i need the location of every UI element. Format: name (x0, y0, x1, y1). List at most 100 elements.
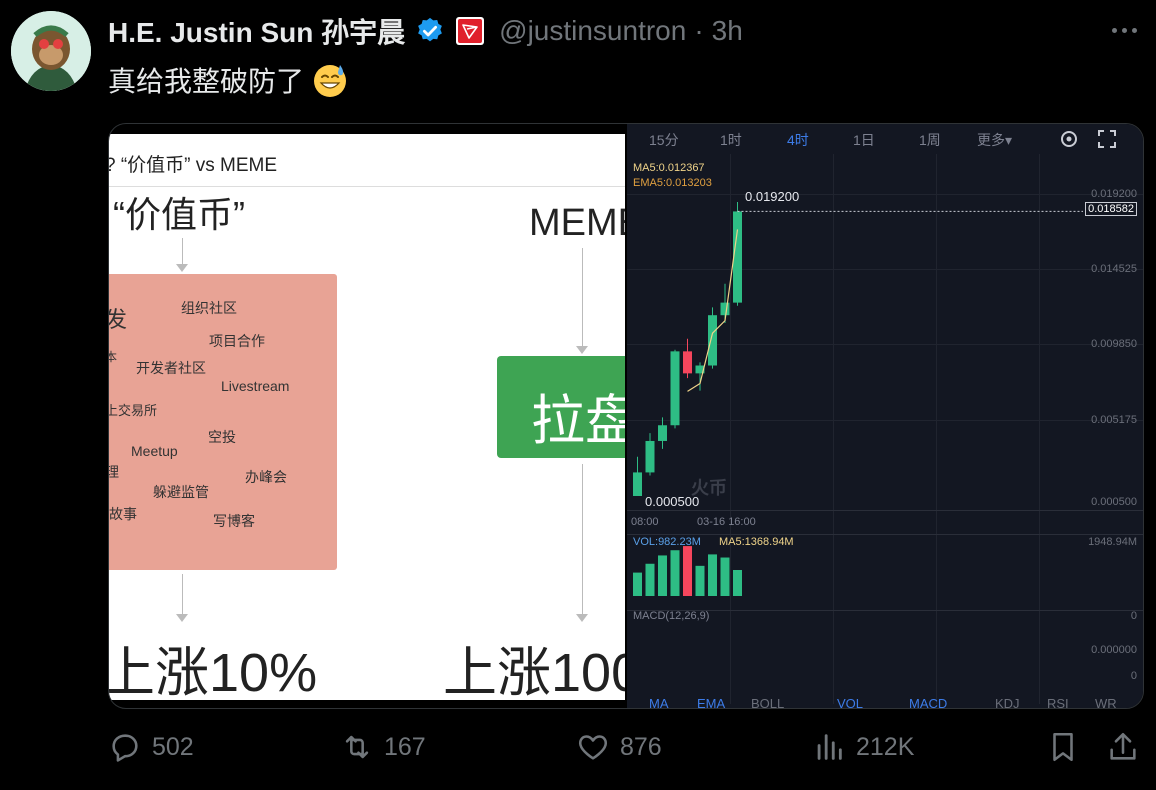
high-price-label: 0.019200 (745, 189, 800, 204)
retweet-button[interactable]: 167 (340, 730, 426, 764)
image-header: ? “价值币” vs MEME (109, 155, 278, 176)
keyword: Meetup (131, 443, 178, 459)
pane-divider (627, 510, 1143, 511)
value-vs-meme-image: ? “价值币” vs MEME “价值币” MEME 发 组织社区 项目合作 本… (109, 134, 625, 700)
keyword: 开发者社区 (136, 360, 206, 376)
keyword: 办峰会 (245, 469, 287, 485)
fullscreen-icon (1098, 130, 1116, 148)
ape-avatar-icon (11, 11, 91, 91)
candle-body (733, 211, 742, 303)
tab-15m: 15分 (649, 132, 679, 148)
candle-body (720, 302, 730, 316)
keyword: 组织社区 (181, 300, 237, 316)
macd-tick: 0 (1130, 610, 1137, 622)
author-avatar[interactable] (11, 11, 91, 91)
tweet-timestamp[interactable]: 3h (712, 15, 743, 47)
macd-tick: 0 (1130, 670, 1137, 682)
candle-body (708, 315, 717, 366)
volume-bar (670, 550, 680, 596)
like-button[interactable]: 876 (576, 730, 662, 764)
arrow-line (182, 574, 183, 618)
indicator-tab-wr: WR (1095, 696, 1117, 708)
keyword: Livestream (221, 378, 290, 394)
arrow-line (582, 464, 583, 618)
keyword: 发 (109, 302, 127, 334)
keyword: 项目合作 (209, 333, 265, 349)
grinning-sweat-emoji-icon (314, 65, 347, 97)
tron-affiliate-badge-icon[interactable] (455, 16, 485, 46)
tab-more: 更多▾ (977, 132, 1013, 148)
more-options-icon[interactable] (1108, 18, 1140, 42)
tab-4h: 4时 (787, 132, 809, 148)
keyword: 理 (109, 462, 119, 482)
reply-button[interactable]: 502 (108, 730, 194, 764)
indicator-tab-boll: BOLL (751, 696, 785, 708)
candle-body (658, 425, 667, 441)
author-name[interactable]: H.E. Justin Sun 孙宇晨 (108, 11, 405, 51)
candle-body (633, 472, 642, 496)
tweet-action-bar: 502 167 876 212K (108, 730, 1148, 776)
volume-plot (633, 546, 742, 596)
candlestick-chart-screenshot: 15分 1时 4时 1日 1周 更多▾ MA5:0.012367 EMA5:0.… (627, 124, 1143, 708)
candlestick-plot (633, 202, 1083, 496)
candle-body (645, 440, 655, 473)
reply-icon (112, 734, 138, 762)
timeframe-tabs: 15分 1时 4时 1日 1周 更多▾ (627, 124, 1143, 154)
share-button[interactable] (1106, 730, 1140, 764)
volume-bar (645, 563, 655, 596)
views-button[interactable]: 212K (812, 730, 914, 764)
x-axis-label: 08:00 (631, 516, 659, 528)
bookmark-button[interactable] (1046, 730, 1080, 764)
arrow-down-icon (576, 614, 588, 622)
tweet-media-image[interactable]: ? “价值币” vs MEME “价值币” MEME 发 组织社区 项目合作 本… (108, 123, 1144, 709)
candle-body (670, 351, 680, 426)
arrow-line (582, 248, 583, 350)
author-handle[interactable]: @justinsuntron (499, 15, 686, 47)
macd-label: MACD(12,26,9) (633, 610, 710, 622)
arrow-down-icon (576, 346, 588, 354)
volume-bar (683, 546, 692, 596)
keyword: 躲避监管 (153, 484, 209, 500)
share-icon (1110, 732, 1136, 760)
tweet-text: 真给我整破防了 (108, 60, 348, 100)
indicator-tab-ma: MA (649, 696, 669, 708)
pump-box: 拉盘 (497, 356, 625, 458)
indicator-tab-kdj: KDJ (995, 696, 1020, 708)
x-axis-label: 03-16 16:00 (697, 516, 756, 528)
keyword: 上交易所 (109, 403, 158, 418)
settings-icon (1061, 131, 1077, 147)
bookmark-icon (1053, 732, 1073, 762)
view-count: 212K (856, 732, 915, 761)
value-coin-activities-box: 发 组织社区 项目合作 本 开发者社区 Livestream 上交易所 空投 M… (109, 274, 337, 570)
tweet-body: 真给我整破防了 (108, 66, 305, 97)
verified-badge-icon[interactable] (415, 16, 445, 46)
pump-label: 拉盘 (531, 391, 625, 451)
tab-1d: 1日 (853, 132, 875, 148)
tab-1h: 1时 (720, 132, 742, 148)
volume-bar (720, 557, 730, 596)
arrow-down-icon (176, 264, 188, 272)
keyword: 空投 (208, 429, 236, 445)
retweet-icon (345, 735, 369, 759)
huobi-watermark: 火币 (691, 478, 727, 498)
volume-bar (695, 565, 705, 596)
like-count: 876 (620, 732, 662, 761)
tab-1w: 1周 (919, 132, 941, 148)
views-chart-icon (817, 734, 842, 760)
separator-dot: · (694, 15, 704, 46)
indicator-tab-ema: EMA (697, 696, 726, 708)
indicator-tab-macd: MACD (909, 696, 948, 708)
keyword: 本 (109, 348, 117, 365)
value-coin-title: “价值币” (113, 194, 245, 235)
volume-bar (658, 555, 667, 596)
volume-bar (733, 570, 742, 596)
retweet-count: 167 (384, 732, 426, 761)
volume-bar (708, 554, 717, 596)
indicator-tab-rsi: RSI (1047, 696, 1069, 708)
rise-100-percent: 上涨100 (443, 643, 625, 700)
volume-bar (633, 572, 642, 596)
reply-count: 502 (152, 732, 194, 761)
heart-icon (578, 735, 608, 760)
keyword: 故事 (109, 506, 137, 522)
meme-title: MEME (529, 202, 625, 244)
